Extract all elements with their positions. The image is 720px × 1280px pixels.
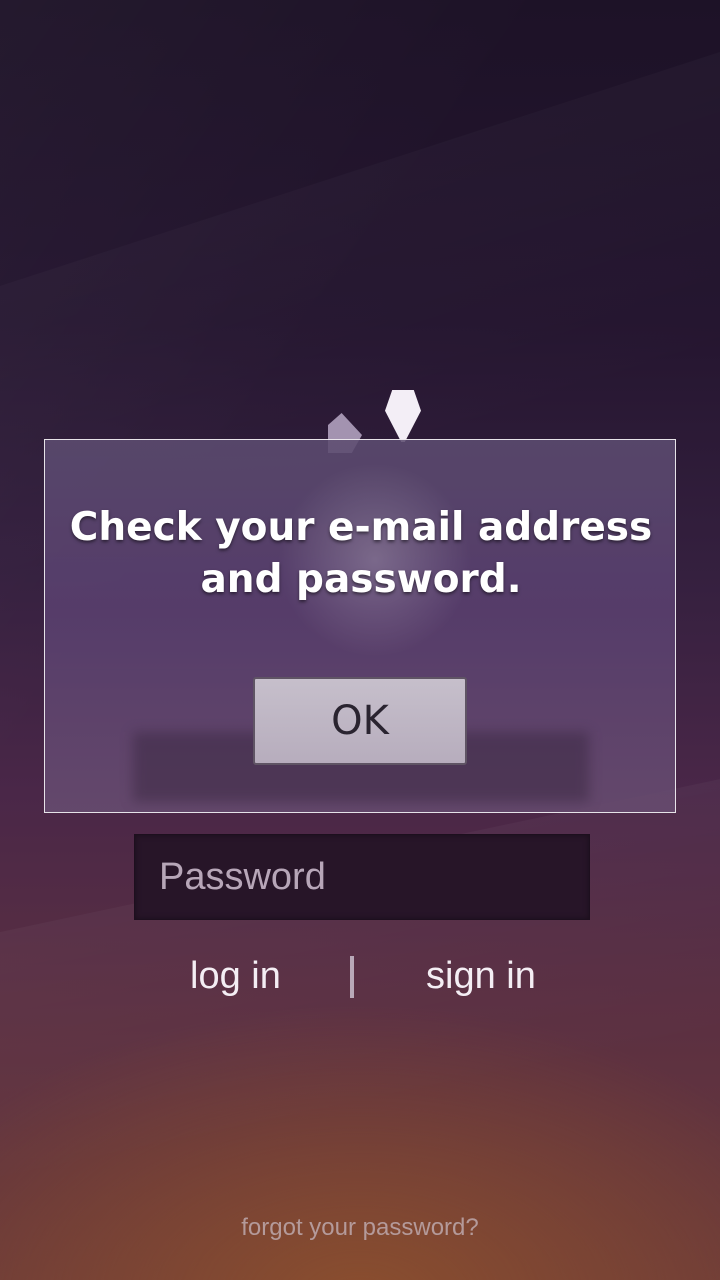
signin-link[interactable]: sign in	[426, 948, 536, 1008]
forgot-password-link[interactable]: forgot your password?	[0, 1214, 720, 1242]
auth-actions: log in sign in	[0, 948, 720, 1008]
login-link[interactable]: log in	[190, 948, 281, 1008]
password-field[interactable]	[134, 834, 590, 920]
ok-button[interactable]: OK	[253, 677, 467, 765]
password-input[interactable]	[135, 835, 589, 919]
divider	[350, 956, 354, 998]
error-dialog: Check your e-mail address and password. …	[44, 439, 676, 813]
logo-shard-icon	[385, 390, 421, 442]
dialog-message-line: and password.	[200, 557, 522, 602]
dialog-message: Check your e-mail address and password.	[65, 502, 657, 606]
dialog-message-line: Check your e-mail address	[69, 505, 653, 550]
